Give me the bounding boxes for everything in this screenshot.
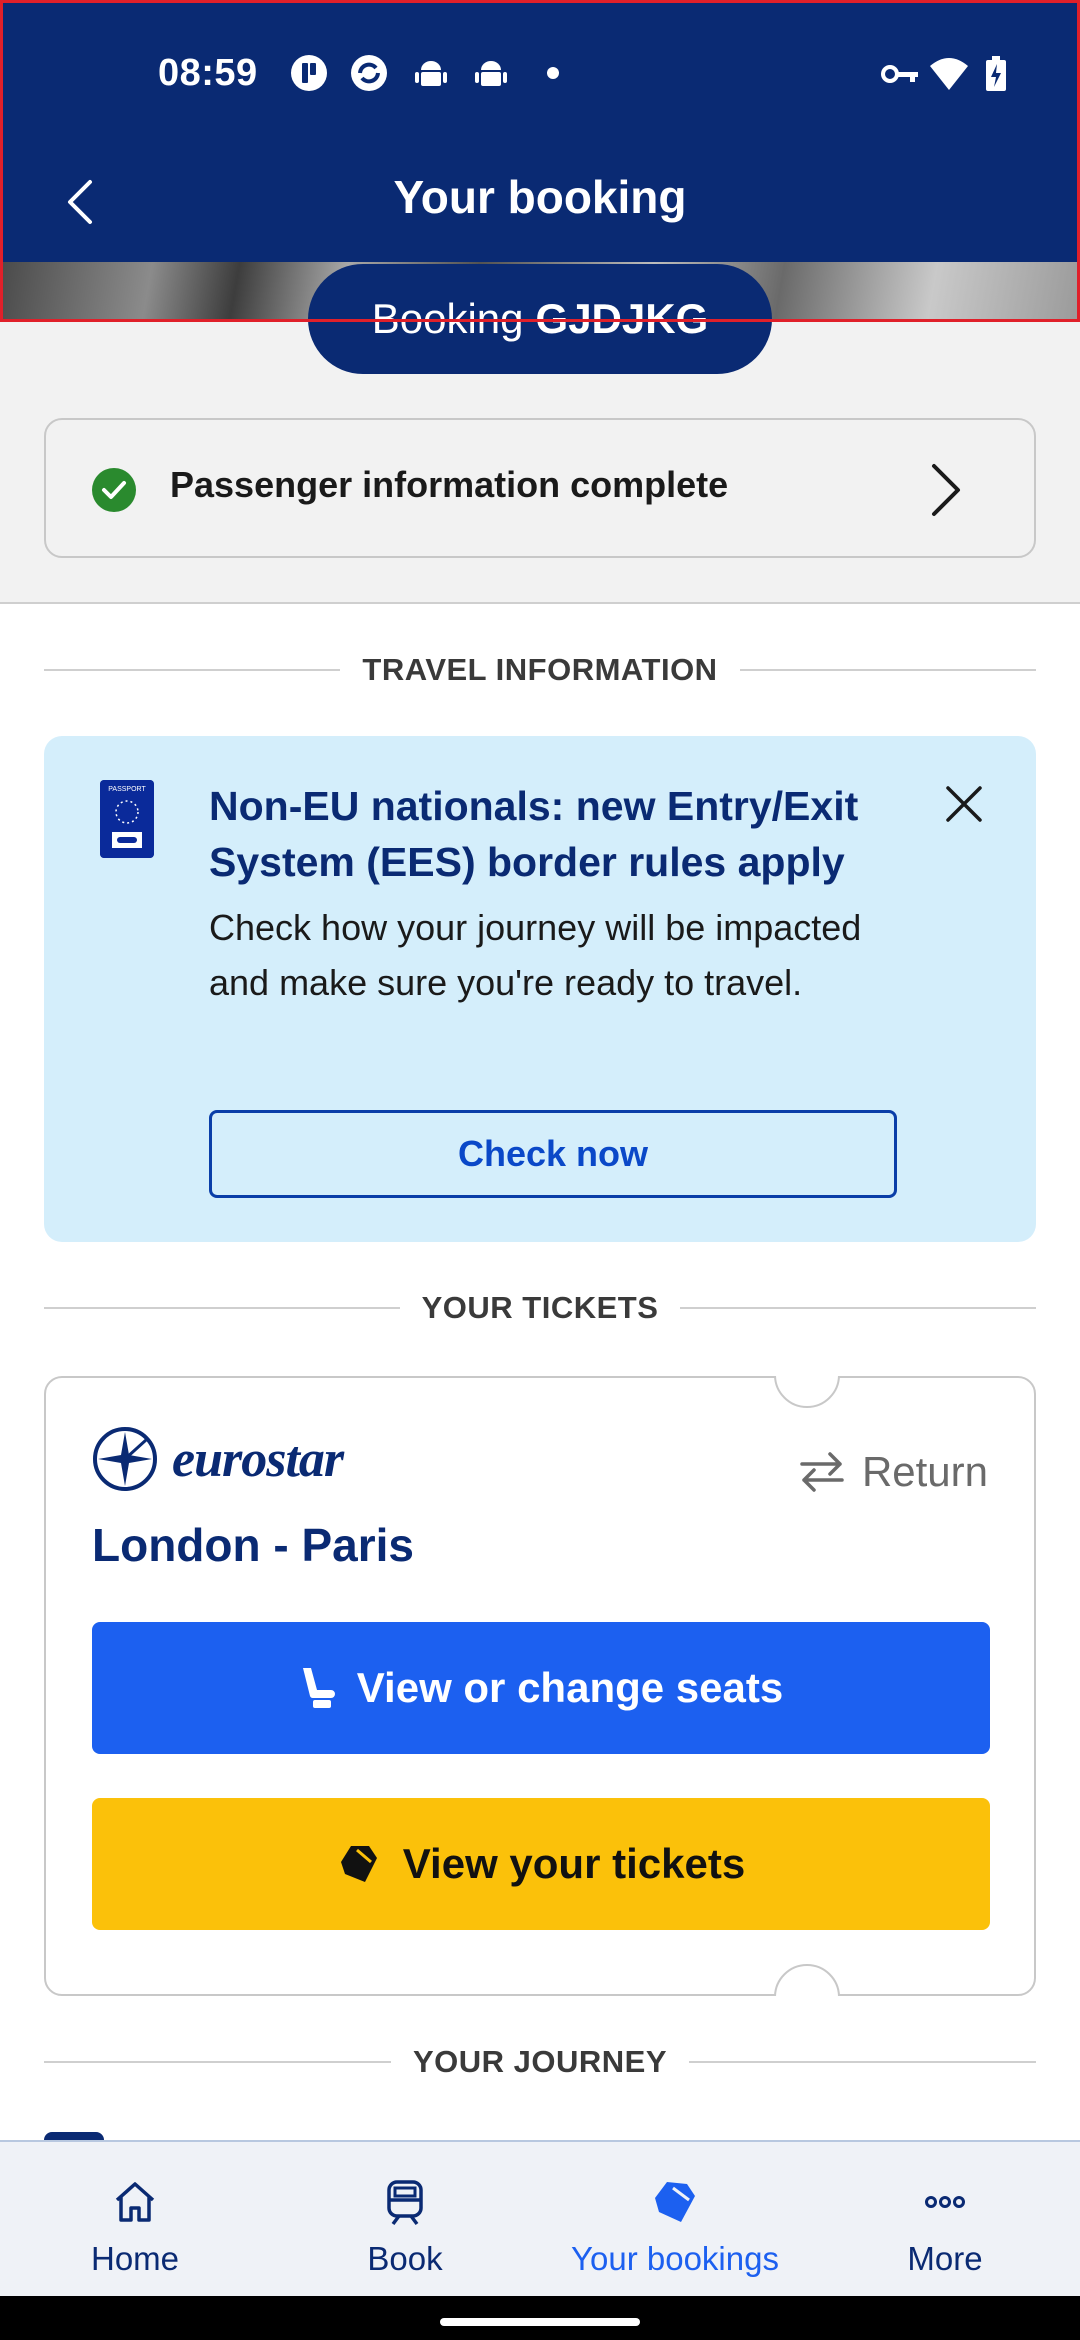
view-tickets-button[interactable]: View your tickets (92, 1798, 990, 1930)
close-icon[interactable] (944, 784, 984, 824)
ees-body: Check how your journey will be impacted … (209, 907, 862, 1003)
section-header-tickets: YOUR TICKETS (44, 1288, 1037, 1328)
route-title: London - Paris (92, 1519, 414, 1571)
passport-label: PASSPORT (108, 786, 146, 793)
nav-label: Your bookings (571, 2240, 779, 2277)
battery-charging-icon (986, 56, 1006, 91)
home-icon (115, 2182, 155, 2222)
status-time: 08:59 (158, 52, 258, 94)
nav-label: Home (90, 2240, 180, 2277)
view-change-seats-button[interactable]: View or change seats (92, 1622, 990, 1754)
seats-button-label: View or change seats (356, 1664, 784, 1711)
status-bar: 08:59 (0, 0, 1080, 150)
bottom-navigation: Home Book Your bookings More (0, 2140, 1080, 2296)
sync-icon (351, 55, 387, 91)
nav-your-bookings[interactable]: Your bookings (540, 2142, 810, 2296)
booking-ref: GJDJKG (535, 295, 709, 342)
booking-reference-badge: Booking GJDJKG (308, 264, 772, 374)
check-now-button[interactable]: Check now (209, 1110, 897, 1198)
eurostar-star-icon (93, 1427, 157, 1491)
ees-title: Non-EU nationals: new Entry/Exit System … (209, 783, 859, 885)
check-circle-icon (92, 468, 136, 512)
section-header-journey: YOUR JOURNEY (44, 2042, 1037, 2082)
booking-prefix: Booking (371, 295, 524, 342)
nav-book[interactable]: Book (270, 2142, 540, 2296)
eurostar-logo: eurostar (92, 1424, 344, 1494)
section-title: YOUR JOURNEY (412, 2044, 668, 2079)
nav-label: Book (367, 2240, 443, 2277)
return-arrows-icon (800, 1452, 844, 1492)
section-header-travel-info: TRAVEL INFORMATION (44, 650, 1036, 690)
nav-more[interactable]: More (810, 2142, 1080, 2296)
train-icon (387, 2180, 423, 2226)
tickets-icon (340, 1846, 377, 1882)
android-icon (415, 61, 447, 86)
more-dots-icon (925, 2196, 965, 2208)
section-title: YOUR TICKETS (421, 1290, 659, 1325)
seat-icon (302, 1668, 335, 1708)
passenger-status-text: Passenger information complete (170, 464, 729, 505)
page-title: Your booking (393, 171, 687, 223)
home-gesture-handle[interactable] (440, 2318, 640, 2326)
tickets-icon (655, 2182, 695, 2222)
nav-home[interactable]: Home (0, 2142, 270, 2296)
tickets-button-label: View your tickets (402, 1840, 746, 1887)
dot-icon (547, 67, 559, 79)
passenger-info-card[interactable]: Passenger information complete (44, 418, 1036, 558)
wifi-icon (930, 58, 968, 90)
trip-type: Return (798, 1448, 988, 1496)
chevron-right-icon (932, 464, 960, 516)
section-title: TRAVEL INFORMATION (362, 652, 718, 687)
journey-content-peek (44, 2132, 104, 2140)
trip-type-label: Return (861, 1448, 988, 1495)
ees-info-banner: PASSPORT Non-EU nationals: new Entry/Exi… (44, 736, 1036, 1242)
passport-icon: PASSPORT (100, 780, 154, 858)
app-notification-icon (291, 55, 327, 91)
vpn-key-icon (881, 65, 918, 83)
nav-label: More (907, 2240, 983, 2277)
brand-name: eurostar (172, 1430, 344, 1488)
android-icon (475, 61, 507, 86)
ticket-card: eurostar Return London - Paris View or c… (44, 1376, 1036, 1996)
